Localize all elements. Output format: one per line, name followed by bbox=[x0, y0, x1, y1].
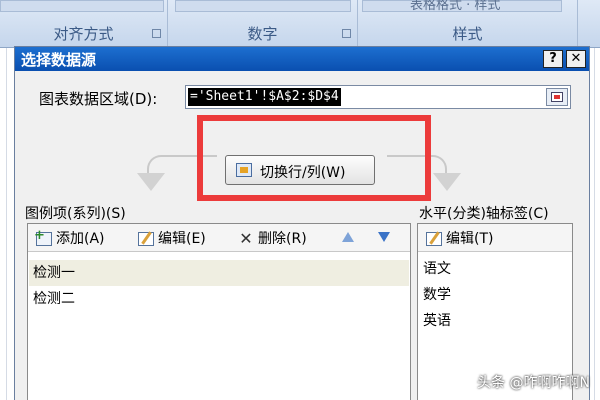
chart-data-range-input[interactable]: ='Sheet1'!$A$2:$D$4 bbox=[185, 85, 571, 109]
dialog-titlebar: 选择数据源 ? ✕ bbox=[15, 47, 589, 71]
edit-icon bbox=[426, 232, 442, 246]
delete-series-label: 删除(R) bbox=[258, 231, 307, 247]
legend-series-item[interactable]: 检测二 bbox=[29, 286, 409, 312]
add-series-label: 添加(A) bbox=[56, 231, 105, 247]
grid-line bbox=[6, 48, 7, 400]
legend-entries-label: 图例项(系列)(S) bbox=[25, 206, 126, 222]
add-icon bbox=[34, 226, 52, 246]
grid-line bbox=[594, 48, 595, 400]
dialog-title: 选择数据源 bbox=[21, 51, 97, 69]
select-data-source-dialog: 选择数据源 ? ✕ 图表数据区域(D): ='Sheet1'!$A$2:$D$4… bbox=[14, 46, 590, 400]
close-button[interactable]: ✕ bbox=[566, 50, 586, 68]
ribbon-group-label: 对齐方式 bbox=[53, 25, 114, 43]
red-highlight-box bbox=[197, 115, 431, 201]
add-series-button[interactable]: 添加(A) bbox=[34, 226, 105, 249]
swap-arrow-left-head-icon bbox=[137, 173, 165, 191]
ribbon: 对齐方式 数字 样式 表格格式 · 样式 bbox=[0, 0, 600, 48]
legend-toolbar: 添加(A) 编辑(E) ✕ 删除(R) bbox=[28, 224, 410, 252]
edit-icon bbox=[138, 232, 154, 246]
move-up-icon[interactable] bbox=[342, 232, 354, 242]
axis-labels-label: 水平(分类)轴标签(C) bbox=[419, 206, 549, 222]
dialog-launcher-icon[interactable] bbox=[152, 29, 161, 38]
axis-toolbar: 编辑(T) bbox=[418, 224, 572, 252]
collapse-dialog-button[interactable] bbox=[546, 88, 568, 106]
legend-series-item[interactable]: 检测一 bbox=[29, 260, 409, 286]
axis-label-item[interactable]: 数学 bbox=[419, 282, 571, 308]
axis-label-item[interactable]: 语文 bbox=[419, 256, 571, 282]
edit-axis-labels-label: 编辑(T) bbox=[446, 231, 494, 247]
range-select-icon bbox=[551, 92, 563, 102]
delete-series-button[interactable]: ✕ 删除(R) bbox=[236, 229, 307, 249]
edit-axis-labels-button[interactable]: 编辑(T) bbox=[424, 229, 493, 249]
edit-series-button[interactable]: 编辑(E) bbox=[136, 229, 206, 249]
ribbon-group-number: 数字 bbox=[168, 0, 358, 48]
delete-icon: ✕ bbox=[239, 229, 253, 248]
watermark: 头条 @咋啊咋啊N bbox=[477, 375, 590, 391]
chart-data-range-value: ='Sheet1'!$A$2:$D$4 bbox=[188, 88, 341, 106]
ribbon-group-label: 数字 bbox=[247, 25, 278, 43]
chart-data-range-label: 图表数据区域(D): bbox=[39, 90, 158, 108]
dialog-launcher-icon[interactable] bbox=[342, 29, 351, 38]
legend-entries-panel: 添加(A) 编辑(E) ✕ 删除(R) 检测一 检测二 bbox=[27, 223, 411, 400]
ribbon-ghost-text: 表格格式 · 样式 bbox=[410, 0, 501, 13]
edit-series-label: 编辑(E) bbox=[158, 231, 206, 247]
move-down-icon[interactable] bbox=[378, 232, 390, 242]
ribbon-group-alignment: 对齐方式 bbox=[0, 0, 168, 48]
help-button[interactable]: ? bbox=[543, 50, 563, 68]
ribbon-group-label: 样式 bbox=[452, 25, 483, 43]
swap-arrow-right-head-icon bbox=[433, 173, 461, 191]
axis-label-item[interactable]: 英语 bbox=[419, 308, 571, 334]
